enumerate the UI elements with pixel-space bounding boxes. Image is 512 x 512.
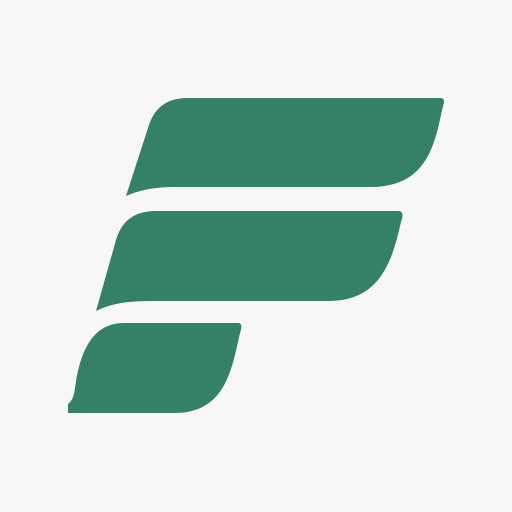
f-logo-top-stripe [126,98,444,196]
app-icon [0,0,512,512]
